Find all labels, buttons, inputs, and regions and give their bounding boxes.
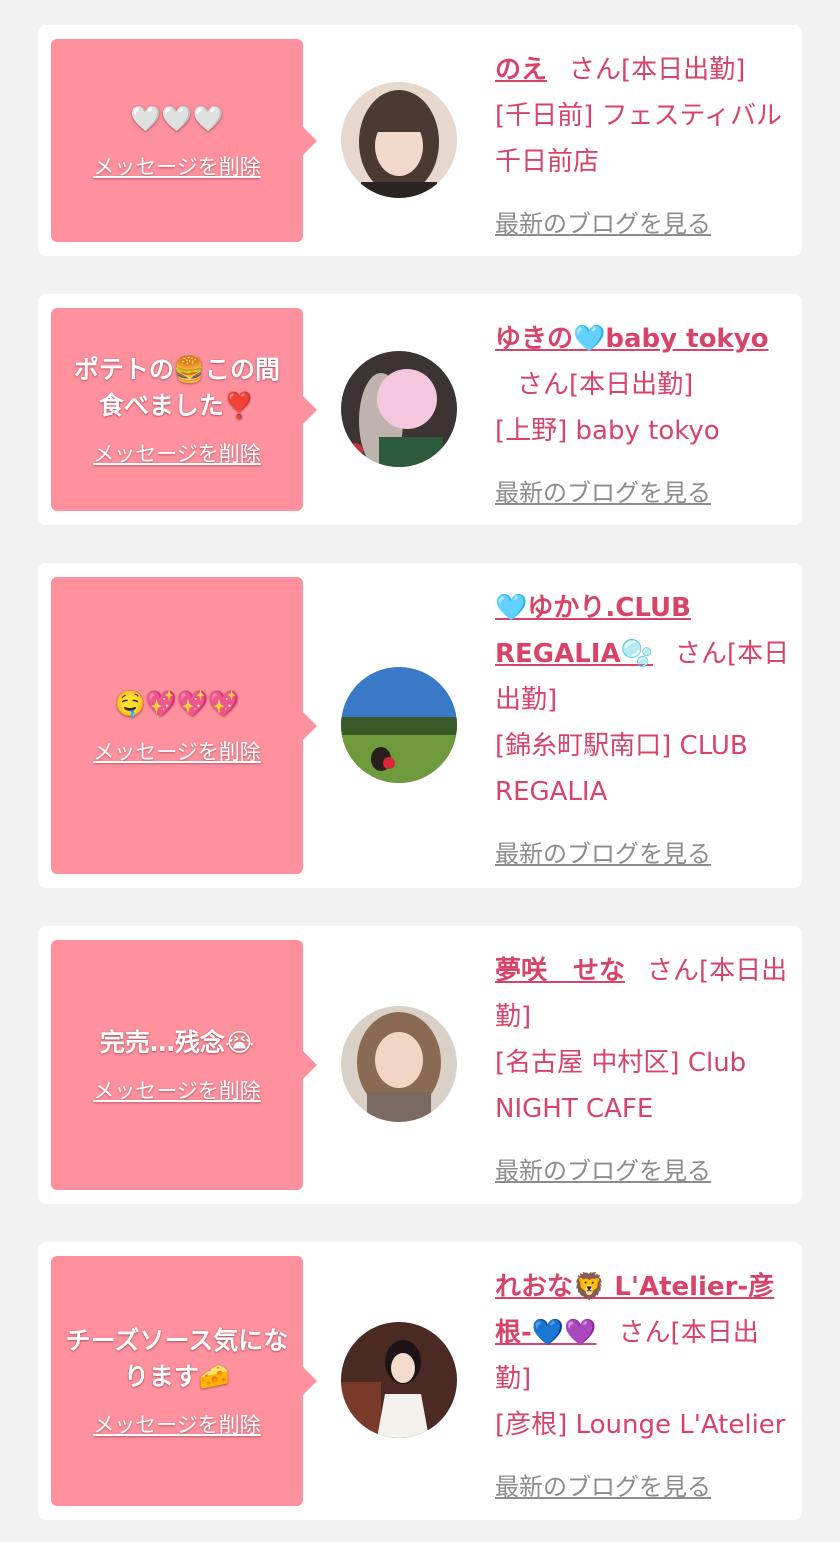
name-suffix: さん[本日出勤] (517, 370, 694, 400)
shop-name: [錦糸町駅南口] CLUB REGALIA (495, 731, 748, 807)
girl-name-link[interactable]: 夢咲 せな (495, 956, 625, 986)
delete-message-link[interactable]: メッセージを削除 (93, 151, 261, 181)
girl-info: 夢咲 せな さん[本日出勤] [名古屋 中村区] Club NIGHT CAFE … (495, 948, 791, 1194)
avatar-photo (341, 667, 457, 783)
delete-message-link[interactable]: メッセージを削除 (93, 1409, 261, 1439)
girl-info: れおな🦁 L'Atelier-彦根-💙💜 さん[本日出勤] [彦根] Lounge… (495, 1264, 791, 1510)
avatar-photo (341, 1006, 457, 1122)
blog-link[interactable]: 最新のブログを見る (495, 1464, 791, 1510)
shop-name: [上野] baby tokyo (495, 416, 720, 446)
message-text: 🤤💖💖💖 (114, 688, 240, 718)
avatar[interactable] (341, 351, 457, 467)
girl-name-link[interactable]: 🩵ゆかり.CLUB REGALIA🫧 (495, 593, 691, 669)
avatar[interactable] (341, 1322, 457, 1438)
message-text: ポテトの🍔この間食べました❣️ (73, 354, 281, 420)
avatar[interactable] (341, 1006, 457, 1122)
avatar-photo (341, 351, 457, 467)
avatar-photo (341, 1322, 457, 1438)
shop-name: [彦根] Lounge L'Atelier (495, 1410, 786, 1440)
avatar[interactable] (341, 667, 457, 783)
blog-link[interactable]: 最新のブログを見る (495, 201, 791, 247)
girl-info: 🩵ゆかり.CLUB REGALIA🫧 さん[本日出勤] [錦糸町駅南口] CLUB… (495, 585, 791, 877)
favorite-card: 🤍🤍🤍 メッセージを削除 のえ さん[本日出勤] [千日前] フェスティバル 千日… (38, 25, 802, 256)
favorite-card: 完売…残念😭 メッセージを削除 夢咲 せな さん[本日出勤] [名古屋 中村区] … (38, 926, 802, 1204)
shop-name: [名古屋 中村区] Club NIGHT CAFE (495, 1048, 747, 1124)
blog-link[interactable]: 最新のブログを見る (495, 470, 791, 516)
girl-name-link[interactable]: のえ (495, 55, 547, 85)
message-bubble: チーズソース気になります🧀 メッセージを削除 (51, 1256, 317, 1506)
favorite-card: ポテトの🍔この間食べました❣️ メッセージを削除 ゆきの🩵baby tokyo さ… (38, 294, 802, 525)
delete-message-link[interactable]: メッセージを削除 (93, 438, 261, 468)
blog-link[interactable]: 最新のブログを見る (495, 831, 791, 877)
avatar[interactable] (341, 82, 457, 198)
delete-message-link[interactable]: メッセージを削除 (93, 1075, 261, 1105)
favorite-card: チーズソース気になります🧀 メッセージを削除 れおな🦁 L'Atelier-彦根… (38, 1242, 802, 1520)
message-bubble: 完売…残念😭 メッセージを削除 (51, 940, 317, 1190)
girl-name-link[interactable]: ゆきの🩵baby tokyo (495, 324, 769, 354)
name-suffix: さん[本日出勤] (569, 55, 746, 85)
delete-message-link[interactable]: メッセージを削除 (93, 736, 261, 766)
shop-name: [千日前] フェスティバル 千日前店 (495, 101, 782, 177)
avatar-photo (341, 82, 457, 198)
girl-info: ゆきの🩵baby tokyo さん[本日出勤] [上野] baby tokyo 最… (495, 316, 791, 516)
blog-link[interactable]: 最新のブログを見る (495, 1148, 791, 1194)
message-text: 完売…残念😭 (99, 1028, 255, 1057)
message-bubble: ポテトの🍔この間食べました❣️ メッセージを削除 (51, 308, 317, 511)
girl-info: のえ さん[本日出勤] [千日前] フェスティバル 千日前店 最新のブログを見る (495, 47, 791, 247)
message-text: 🤍🤍🤍 (130, 103, 224, 133)
favorite-card: 🤤💖💖💖 メッセージを削除 🩵ゆかり.CLUB REGALIA🫧 さん[本日出勤]… (38, 563, 802, 888)
message-bubble: 🤍🤍🤍 メッセージを削除 (51, 39, 317, 242)
message-bubble: 🤤💖💖💖 メッセージを削除 (51, 577, 317, 874)
message-text: チーズソース気になります🧀 (65, 1326, 289, 1391)
